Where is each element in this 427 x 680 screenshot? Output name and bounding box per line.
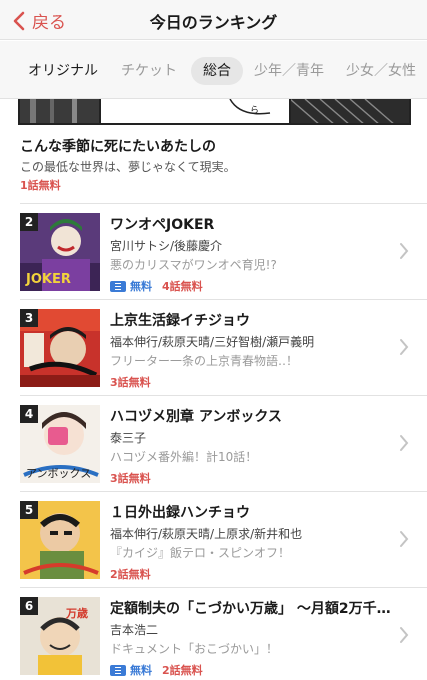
- category-tabs: オリジナル チケット 総合 少年／青年 少女／女性: [0, 41, 427, 99]
- ticket-icon: [110, 664, 126, 676]
- svg-text:ら: ら: [250, 105, 259, 116]
- free-episodes-badge: 3話無料: [110, 376, 151, 389]
- comic-title: 上京生活録イチジョウ: [110, 313, 250, 329]
- tab-ticket[interactable]: チケット: [121, 57, 177, 85]
- cover-image: 5: [20, 501, 100, 579]
- comic-description: 『カイジ』飯テロ・スピンオフ！: [110, 546, 291, 560]
- comic-author: 泰三子: [110, 431, 147, 445]
- free-episodes-badge: 2話無料: [110, 568, 151, 581]
- chevron-right-icon: [400, 531, 409, 547]
- badges: 2話無料: [110, 566, 151, 582]
- chevron-right-icon: [400, 339, 409, 355]
- rank-number: 3: [20, 309, 38, 327]
- ranking-row[interactable]: アンボックス 4 ハコヅメ別章 アンボックス 泰三子 ハコヅメ番外編！計10話！…: [0, 396, 427, 492]
- feature-banner-image[interactable]: ら: [18, 99, 411, 125]
- chevron-right-icon: [400, 627, 409, 643]
- cover-image: JOKER 2: [20, 213, 100, 291]
- feature-subtitle: この最低な世界は、夢じゃなくて現実。: [20, 160, 236, 174]
- tab-overall[interactable]: 総合: [191, 57, 243, 85]
- rank-number: 6: [20, 597, 38, 615]
- page-title: 今日のランキング: [149, 13, 278, 32]
- comic-description: ハコヅメ番外編！計10話！: [110, 450, 258, 464]
- ranking-row[interactable]: 5 １日外出録ハンチョウ 福本伸行/萩原天晴/上原求/新井和也 『カイジ』飯テロ…: [0, 492, 427, 588]
- chevron-right-icon: [400, 435, 409, 451]
- badges: 3話無料: [110, 470, 151, 486]
- svg-text:アンボックス: アンボックス: [26, 467, 91, 480]
- comic-description: 悪のカリスマがワンオペ育児!?: [110, 258, 277, 272]
- comic-description: ドキュメント「おこづかい」！: [110, 642, 279, 656]
- svg-text:JOKER: JOKER: [25, 272, 71, 287]
- comic-title: １日外出録ハンチョウ: [110, 505, 250, 521]
- feature-title[interactable]: こんな季節に死にたいあたしの: [20, 136, 216, 156]
- tab-original[interactable]: オリジナル: [28, 57, 98, 85]
- badges: 3話無料: [110, 374, 151, 390]
- rank-number: 4: [20, 405, 38, 423]
- comic-title: ハコヅメ別章 アンボックス: [110, 409, 282, 425]
- rank-number: 2: [20, 213, 38, 231]
- ticket-free-label: 無料: [130, 280, 152, 293]
- tab-girls-women[interactable]: 少女／女性: [346, 57, 416, 85]
- ranking-row[interactable]: 万歳 6 定額制夫の「こづかい万歳」 〜月額2万千円… 吉本浩二 ドキュメント「…: [0, 588, 427, 680]
- badges: 無料 4話無料: [110, 278, 203, 294]
- badges: 無料 2話無料: [110, 662, 203, 678]
- cover-image: 3: [20, 309, 100, 387]
- comic-title: 定額制夫の「こづかい万歳」 〜月額2万千円…: [110, 601, 395, 617]
- feature-free-badge: 1話無料: [20, 179, 61, 192]
- cover-image: 万歳 6: [20, 597, 100, 675]
- ticket-free-label: 無料: [130, 664, 152, 677]
- cover-image: アンボックス 4: [20, 405, 100, 483]
- comic-author: 福本伸行/萩原天晴/上原求/新井和也: [110, 527, 303, 541]
- ticket-icon: [110, 280, 126, 292]
- comic-art-image: ら: [20, 99, 409, 123]
- comic-author: 吉本浩二: [110, 623, 159, 637]
- ranking-row[interactable]: 3 上京生活録イチジョウ 福本伸行/萩原天晴/三好智樹/瀬戸義明 フリーター一条…: [0, 300, 427, 396]
- comic-author: 福本伸行/萩原天晴/三好智樹/瀬戸義明: [110, 335, 315, 349]
- rank-number: 5: [20, 501, 38, 519]
- free-episodes-badge: 2話無料: [162, 664, 203, 677]
- ranking-row[interactable]: JOKER 2 ワンオペJOKER 宮川サトシ/後藤慶介 悪のカリスマがワンオペ…: [0, 204, 427, 300]
- free-episodes-badge: 3話無料: [110, 472, 151, 485]
- comic-description: フリーター一条の上京青春物語‥！: [110, 354, 299, 368]
- tab-boys-seinen[interactable]: 少年／青年: [254, 57, 324, 85]
- navigation-bar: 戻る 今日のランキング: [0, 0, 427, 40]
- chevron-right-icon: [400, 243, 409, 259]
- free-episodes-badge: 4話無料: [162, 280, 203, 293]
- comic-title: ワンオペJOKER: [110, 217, 215, 233]
- comic-author: 宮川サトシ/後藤慶介: [110, 239, 223, 253]
- svg-text:万歳: 万歳: [65, 606, 88, 620]
